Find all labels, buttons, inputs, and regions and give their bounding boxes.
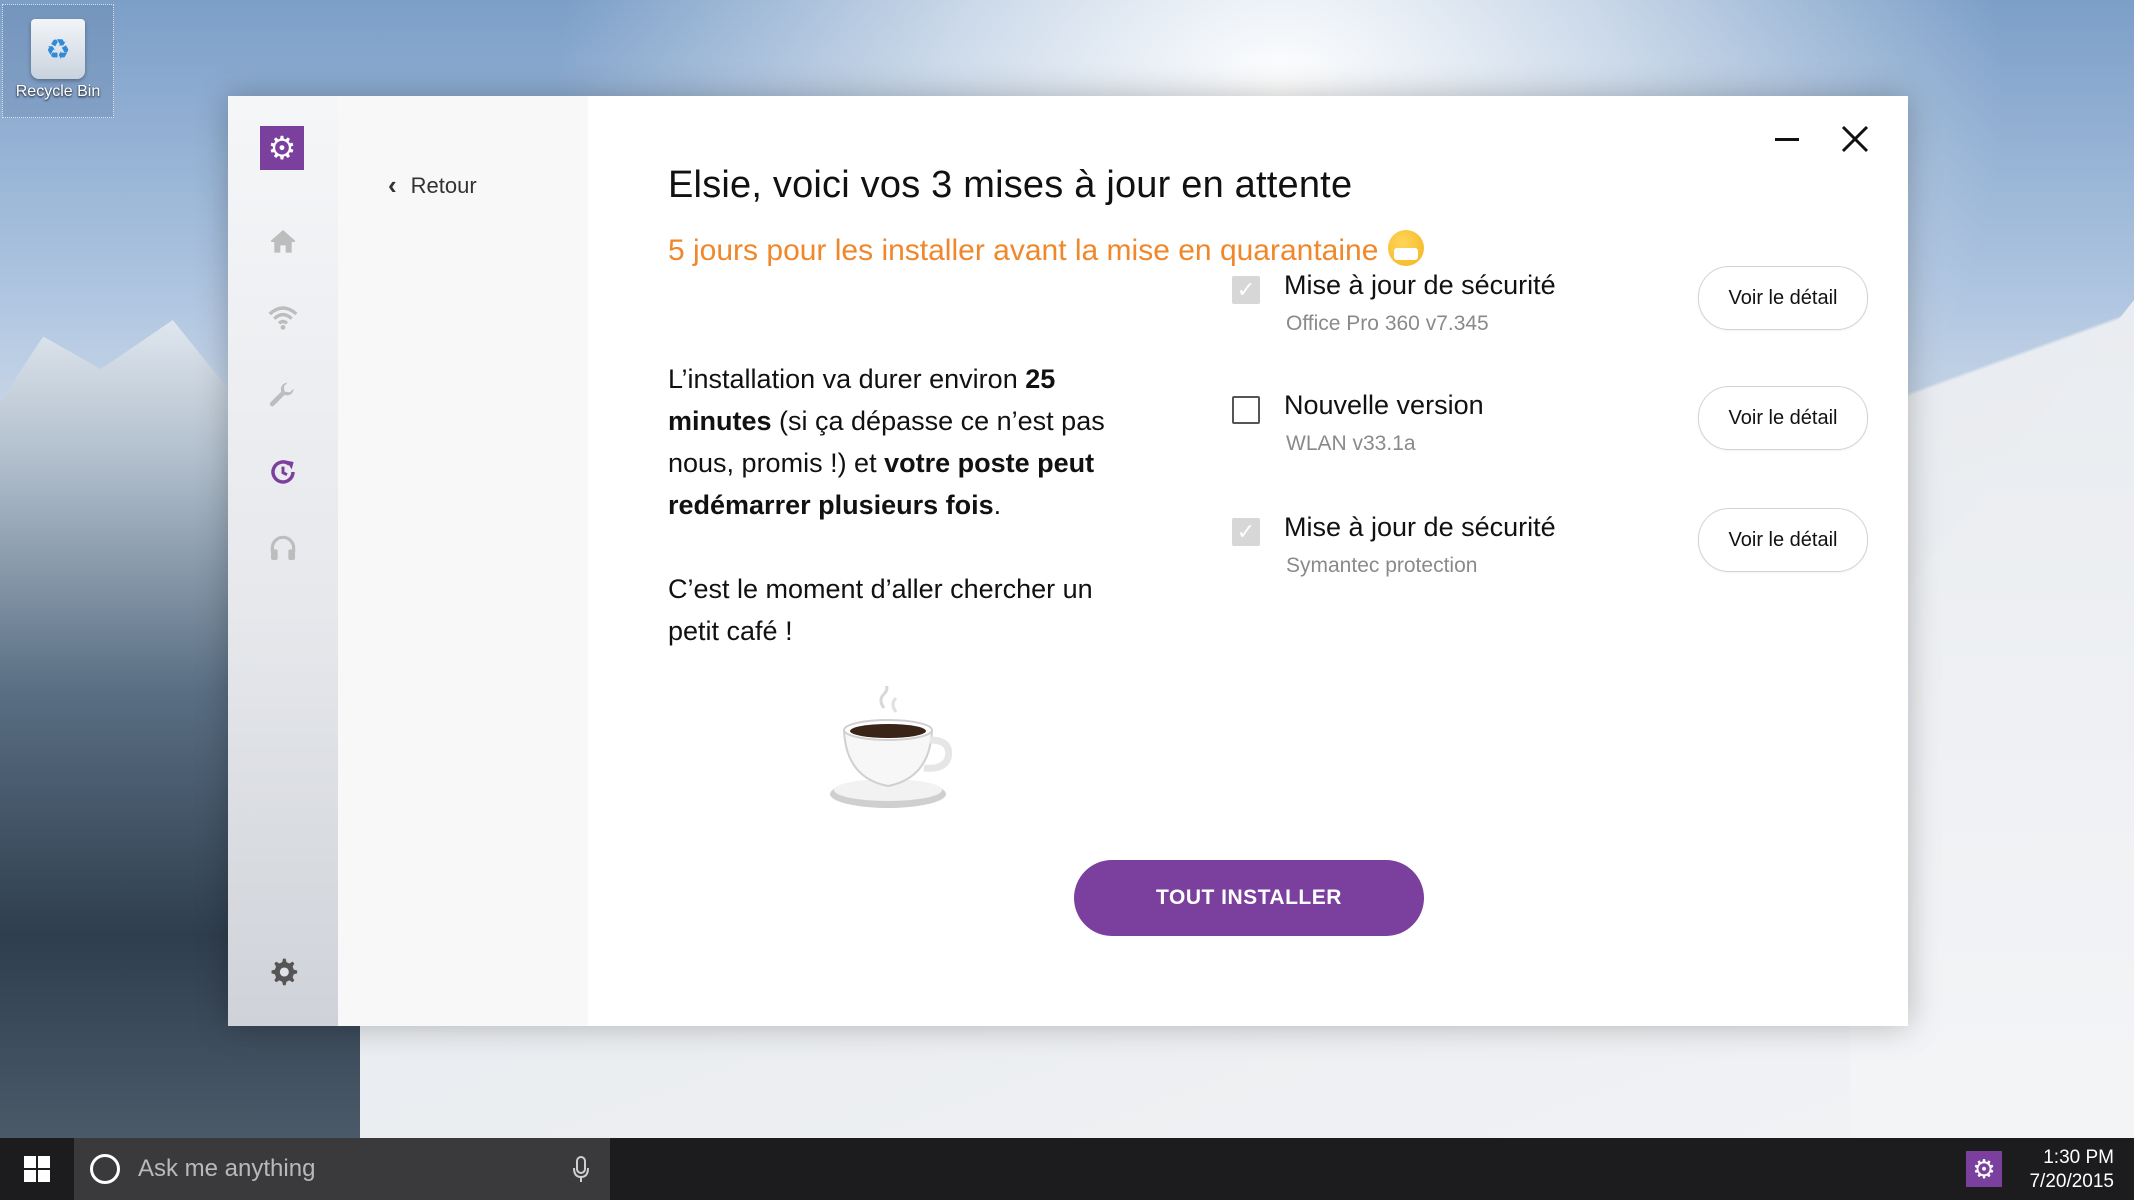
taskbar: Ask me anything ⚙ 1:30 PM 7/20/2015 <box>0 1138 2134 1200</box>
subtitle-text: 5 jours pour les installer avant la mise… <box>668 234 1379 267</box>
update-icon[interactable] <box>261 450 305 494</box>
update-1-name: Mise à jour de sécurité <box>1284 270 1556 300</box>
back-label: Retour <box>410 172 477 198</box>
recycle-bin-icon <box>31 19 85 79</box>
cortana-search-box[interactable]: Ask me anything <box>74 1138 610 1200</box>
wifi-icon[interactable] <box>261 296 305 340</box>
app-logo-icon: ⚙ <box>260 126 304 170</box>
update-1-checkbox[interactable]: ✓ <box>1232 276 1260 304</box>
recycle-bin-desktop-icon[interactable]: Recycle Bin <box>2 4 114 118</box>
microphone-icon[interactable] <box>572 1155 590 1183</box>
update-3-name: Mise à jour de sécurité <box>1284 512 1556 542</box>
system-clock[interactable]: 1:30 PM 7/20/2015 <box>2029 1146 2114 1194</box>
update-3-detail-button[interactable]: Voir le détail <box>1698 508 1868 572</box>
update-2-name: Nouvelle version <box>1284 390 1484 420</box>
update-2-detail-button[interactable]: Voir le détail <box>1698 386 1868 450</box>
clock-date: 7/20/2015 <box>2029 1171 2114 1192</box>
home-icon[interactable] <box>261 220 305 264</box>
update-2-version: WLAN v33.1a <box>1286 432 1416 455</box>
settings-gear-icon[interactable] <box>261 950 305 994</box>
close-icon <box>1841 125 1869 153</box>
side-nav-rail: ⚙ <box>228 96 338 1026</box>
mask-face-emoji-icon <box>1388 230 1425 266</box>
update-1-version: Office Pro 360 v7.345 <box>1286 312 1489 335</box>
headset-icon[interactable] <box>261 526 305 570</box>
cortana-icon <box>90 1154 120 1184</box>
update-window: ⚙ ‹ Retour Elsie, voici vos 3 mises à jo… <box>228 96 1908 1026</box>
page-title: Elsie, voici vos 3 mises à jour en atten… <box>668 164 1353 206</box>
back-button[interactable]: ‹ Retour <box>388 170 477 201</box>
search-placeholder: Ask me anything <box>138 1155 316 1182</box>
update-3-version: Symantec protection <box>1286 554 1478 577</box>
coffee-text: C’est le moment d’aller chercher un peti… <box>668 574 1093 646</box>
update-1-detail-button[interactable]: Voir le détail <box>1698 266 1868 330</box>
close-button[interactable] <box>1838 122 1872 156</box>
desc-part3: . <box>993 490 1002 520</box>
page-subtitle: 5 jours pour les installer avant la mise… <box>668 230 1425 268</box>
window-controls <box>1770 122 1872 156</box>
update-item-2: Nouvelle version WLAN v33.1a Voir le dét… <box>1228 386 1868 470</box>
wrench-icon[interactable] <box>261 374 305 418</box>
update-item-3: ✓ Mise à jour de sécurité Symantec prote… <box>1228 508 1868 592</box>
windows-logo-icon <box>24 1156 50 1182</box>
update-item-1: ✓ Mise à jour de sécurité Office Pro 360… <box>1228 266 1868 350</box>
start-button[interactable] <box>0 1138 74 1200</box>
chevron-left-icon: ‹ <box>388 170 397 200</box>
minimize-button[interactable] <box>1770 122 1804 156</box>
update-2-checkbox[interactable] <box>1232 396 1260 424</box>
back-panel: ‹ Retour <box>338 96 588 1026</box>
coffee-cup-icon <box>830 686 953 808</box>
install-duration-text: L’installation va durer environ 25 minut… <box>668 358 1138 526</box>
minimize-icon <box>1775 138 1799 141</box>
install-all-button[interactable]: TOUT INSTALLER <box>1074 860 1424 936</box>
clock-time: 1:30 PM <box>2043 1147 2114 1168</box>
desc-part1: L’installation va durer environ <box>668 364 1026 394</box>
update-3-checkbox[interactable]: ✓ <box>1232 518 1260 546</box>
recycle-bin-label: Recycle Bin <box>15 83 101 100</box>
tray-app-gear-icon[interactable]: ⚙ <box>1966 1151 2002 1187</box>
